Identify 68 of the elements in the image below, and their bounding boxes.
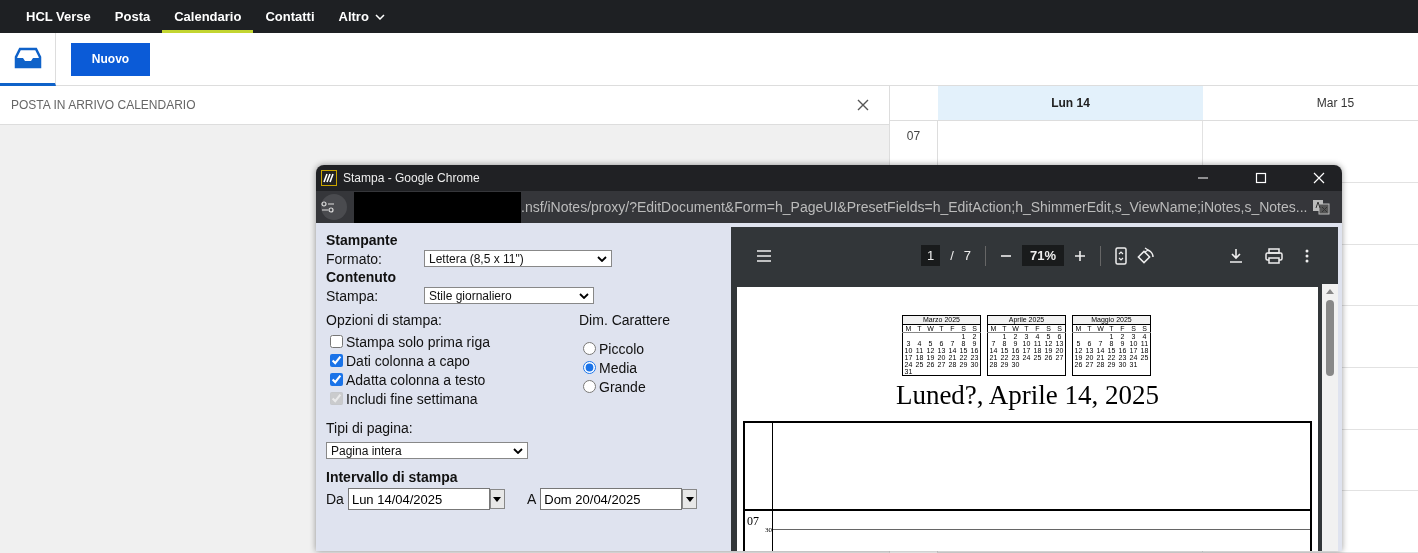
checkbox-label: Stampa solo prima riga: [346, 333, 490, 350]
format-dropdown[interactable]: Lettera (8,5 x 11"): [424, 250, 612, 267]
nav-tab[interactable]: Calendario: [162, 0, 254, 33]
settings-icon: [321, 201, 335, 214]
checkbox-label: Dati colonna a capo: [346, 352, 470, 369]
nav-tab[interactable]: Altro: [326, 0, 397, 33]
rotate-icon[interactable]: [1137, 246, 1156, 265]
zoom-field[interactable]: 71%: [1022, 245, 1065, 266]
maximize-icon[interactable]: [1255, 172, 1267, 185]
print-icon[interactable]: [1265, 247, 1283, 264]
menu-icon[interactable]: [756, 249, 772, 262]
radio-button[interactable]: [583, 342, 596, 355]
inbox-tab[interactable]: [0, 32, 56, 86]
scroll-up-icon[interactable]: [1326, 289, 1334, 294]
font-size-label: Dim. Carattere: [579, 312, 671, 329]
inbox-icon: [13, 46, 42, 69]
checkbox[interactable]: [330, 373, 343, 386]
date-title: Luned?, Aprile 14, 2025: [894, 380, 1161, 411]
page-separator: /: [950, 248, 954, 263]
hour-label: 07: [906, 129, 921, 144]
radio-button[interactable]: [583, 380, 596, 393]
day-header[interactable]: Lun 14: [938, 86, 1203, 121]
caret-icon: [597, 255, 607, 262]
caret-icon: [493, 496, 502, 502]
field-label: A: [526, 491, 537, 507]
nav-tab[interactable]: Posta: [102, 0, 163, 33]
radio-label: Grande: [599, 378, 646, 395]
close-icon[interactable]: [857, 99, 869, 111]
checkbox[interactable]: [330, 354, 343, 367]
section-heading: Contenuto: [326, 269, 397, 285]
checkbox-label: Adatta colonna a testo: [346, 371, 486, 388]
field-label: Formato:: [326, 250, 383, 267]
scrollbar-thumb[interactable]: [1326, 300, 1334, 376]
date-field[interactable]: Dom 20/04/2025: [540, 488, 683, 510]
field-label: Stampa:: [326, 287, 380, 304]
field-label: Da: [326, 491, 344, 507]
download-icon[interactable]: [1229, 248, 1243, 263]
caret-icon: [513, 447, 523, 454]
window-title: Stampa - Google Chrome: [343, 171, 480, 186]
more-icon[interactable]: [1305, 248, 1309, 263]
section-heading: Stampante: [326, 232, 399, 248]
fit-page-icon[interactable]: [1115, 246, 1128, 265]
section-heading: Intervallo di stampa: [326, 469, 459, 485]
panel-title: POSTA IN ARRIVO CALENDARIO: [11, 98, 196, 112]
caret-icon: [685, 496, 694, 502]
checkbox[interactable]: [330, 335, 343, 348]
nav-tab[interactable]: Contatti: [253, 0, 327, 33]
print-style-dropdown[interactable]: Stile giornaliero: [424, 287, 594, 304]
nav-tab[interactable]: HCL Verse: [14, 0, 103, 33]
new-button[interactable]: Nuovo: [71, 42, 150, 76]
caret-icon: [579, 292, 589, 299]
checkbox-label: Includi fine settimana: [346, 390, 478, 407]
radio-label: Media: [599, 359, 638, 376]
radio-label: Piccolo: [599, 340, 645, 357]
options-label: Opzioni di stampa:: [326, 312, 443, 329]
translate-icon[interactable]: [1312, 199, 1330, 216]
app-logo-icon: [321, 170, 337, 187]
site-settings-button[interactable]: [321, 194, 347, 221]
day-header[interactable]: Mar 15: [1203, 86, 1418, 121]
page-type-label: Tipi di pagina:: [326, 420, 414, 437]
radio-button[interactable]: [583, 361, 596, 374]
date-dropdown-button[interactable]: [682, 489, 698, 509]
page-type-dropdown[interactable]: Pagina intera: [326, 442, 528, 459]
plus-icon[interactable]: [1074, 249, 1087, 262]
page-count: 7: [963, 248, 972, 263]
page-number-field[interactable]: 1: [921, 245, 941, 266]
date-field[interactable]: Lun 14/04/2025: [347, 488, 490, 510]
hour-label: 07: [746, 514, 759, 528]
